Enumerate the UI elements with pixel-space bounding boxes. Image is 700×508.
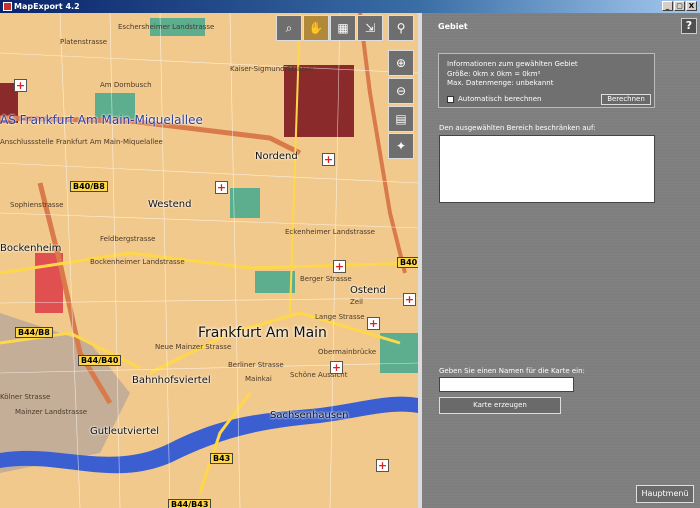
select-rect-icon[interactable]: ▦ [330,15,356,41]
district-label: Westend [148,199,192,210]
street-label: Platenstrasse [60,38,108,46]
hospital-icon: + [330,361,343,374]
district-label: Ostend [350,285,386,296]
zoom-out-icon[interactable]: ⊖ [388,78,414,104]
restrict-label: Den ausgewählten Bereich beschränken auf… [439,124,596,132]
road-shield: B40/B8 [70,181,108,192]
road-shield: B43 [210,453,234,464]
hospital-icon: + [333,260,346,273]
city-label: Frankfurt Am Main [198,325,327,341]
street-label: Bockenheimer Landstrasse [90,258,185,266]
street-label: Eckenheimer Landstrasse [285,228,375,236]
street-label: Sophienstrasse [10,201,64,209]
side-panel: Gebiet ? Informationen zum gewählten Geb… [422,13,700,508]
hospital-icon: + [403,293,416,306]
calculate-button[interactable]: Berechnen [601,94,651,105]
hospital-icon: + [367,317,380,330]
map-canvas [0,13,418,508]
map-view[interactable]: Platenstrasse Eschersheimer Landstrasse … [0,13,418,508]
restrict-list[interactable] [439,135,655,203]
info-size: Größe: 0km x 0km = 0km² [447,70,541,78]
hospital-icon: + [14,79,27,92]
street-label: Mainkai [245,375,272,383]
street-label: Kaiser-Sigmund-Strasse [230,65,314,73]
district-label: Nordend [255,151,298,162]
road-shield: B44/B8 [15,327,53,338]
street-label: Neue Mainzer Strasse [155,343,232,351]
hospital-icon: + [376,459,389,472]
panel-title: Gebiet [438,22,468,31]
district-label: Sachsenhausen [270,410,349,421]
europe-map-icon[interactable]: ✦ [388,133,414,159]
street-label: Mainzer Landstrasse [15,408,88,416]
create-map-button[interactable]: Karte erzeugen [439,397,561,414]
search-icon[interactable]: ⚲ [388,15,414,41]
window-title: MapExport 4.2 [14,2,80,11]
district-label: Gutleutviertel [90,426,160,437]
street-label: Zeil [350,298,363,306]
hospital-icon: + [215,181,228,194]
pan-hand-icon[interactable]: ✋ [303,15,329,41]
maximize-button[interactable]: ▢ [674,1,685,11]
street-label: Obermainbrücke [318,348,377,356]
district-label: Bahnhofsviertel [132,375,211,386]
auto-calc-checkbox[interactable] [447,96,454,103]
info-title: Informationen zum gewählten Gebiet [447,60,578,68]
park-area [255,271,295,293]
street-label: Lange Strasse [315,313,365,321]
app-icon [3,2,12,11]
street-label: Feldbergstrasse [100,235,156,243]
street-label: Berliner Strasse [228,361,284,369]
district-label: Bockenheim [0,243,62,254]
hospital-icon: + [322,153,335,166]
map-name-input[interactable] [439,377,574,392]
export-icon[interactable]: ⇲ [357,15,383,41]
help-button[interactable]: ? [681,18,697,34]
zoom-rect-icon[interactable]: ⌕ [276,15,302,41]
minimize-button[interactable]: _ [662,1,673,11]
road-shield: B44/B43 [168,499,212,508]
zoom-in-icon[interactable]: ⊕ [388,50,414,76]
street-label: Eschersheimer Landstrasse [118,23,215,31]
park-area [230,188,260,218]
name-label: Geben Sie einen Namen für die Karte ein: [439,367,585,375]
street-label: Anschlussstelle Frankfurt Am Main-Miquel… [0,138,163,146]
info-box: Informationen zum gewählten Gebiet Größe… [438,53,655,108]
title-bar: MapExport 4.2 _ ▢ X [0,0,700,13]
street-label: Kölner Strasse [0,393,51,401]
road-shield: B44/B40 [78,355,122,366]
close-button[interactable]: X [686,1,697,11]
auto-calc-label: Automatisch berechnen [458,95,542,103]
overview-icon[interactable]: ▤ [388,106,414,132]
info-data-volume: Max. Datenmenge: unbekannt [447,79,554,87]
highway-label: AS Frankfurt Am Main-Miquelallee [0,113,203,127]
main-menu-button[interactable]: Hauptmenü [636,485,694,503]
road-shield: B40 [397,257,418,268]
street-label: Am Dornbusch [100,81,152,89]
urban-zone [284,65,354,137]
street-label: Berger Strasse [300,275,352,283]
